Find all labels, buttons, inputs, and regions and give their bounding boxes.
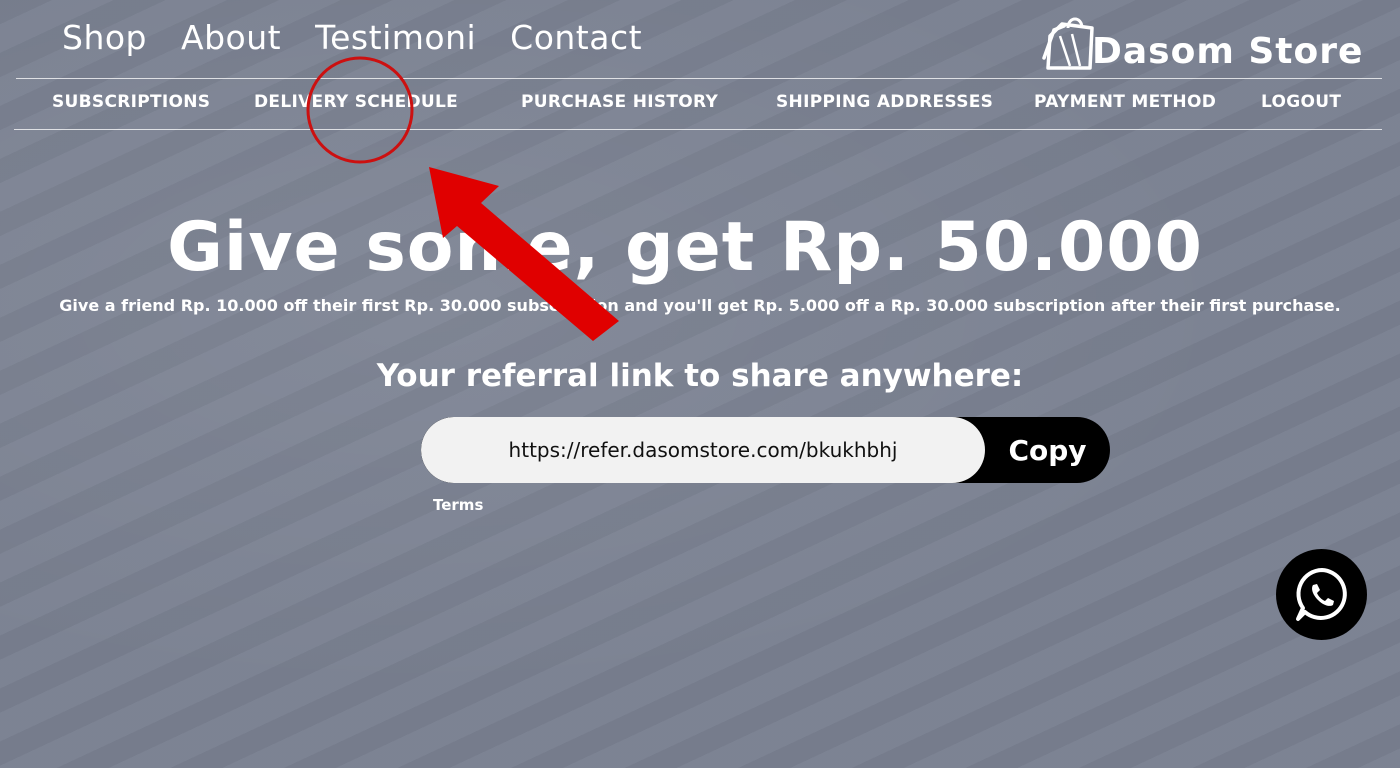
terms-link[interactable]: Terms [433,496,483,514]
referral-heading: Your referral link to share anywhere: [376,358,1024,394]
annotation-arrow [429,167,619,341]
whatsapp-icon [1295,567,1347,621]
whatsapp-button[interactable] [1276,549,1367,640]
referral-link-input[interactable] [421,417,985,483]
copy-button[interactable]: Copy [985,417,1110,483]
referral-link-box: Copy [421,417,1110,483]
annotation-circle [306,56,414,164]
